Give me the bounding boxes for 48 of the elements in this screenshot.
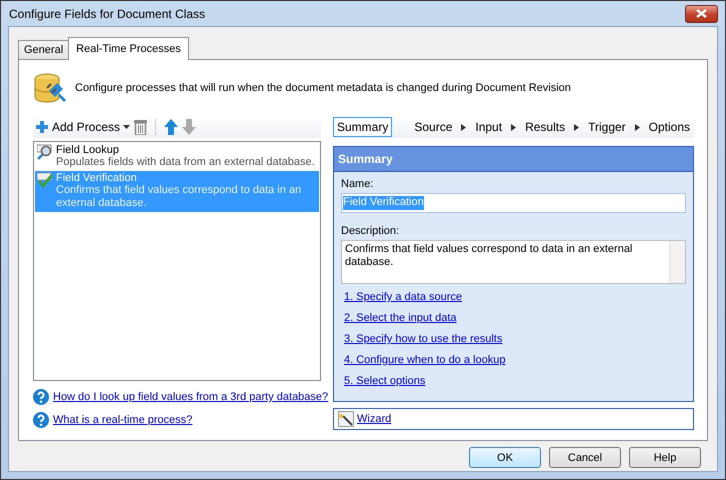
process-title: Field Verification	[56, 172, 138, 184]
caret-icon	[123, 125, 130, 129]
plus-icon	[35, 120, 49, 134]
arrow-icon	[461, 124, 466, 130]
tab[interactable]: Real-Time Processes	[68, 37, 189, 60]
delete-button[interactable]	[134, 119, 148, 135]
close-button[interactable]	[685, 4, 718, 22]
help-icon	[33, 389, 49, 405]
step-tab[interactable]: Options	[644, 117, 694, 137]
scrollbar[interactable]	[669, 241, 685, 283]
tab[interactable]: General	[18, 40, 70, 59]
arrow-icon	[574, 124, 580, 130]
step-link[interactable]: 1. Specify a data source	[344, 291, 686, 303]
window-title: Configure Fields for Document Class	[8, 6, 206, 20]
checkmark-icon	[37, 172, 53, 188]
magnifier-icon	[37, 144, 53, 160]
arrow-icon	[511, 124, 516, 130]
add-process-button[interactable]: Add Process	[35, 120, 130, 134]
step-link[interactable]: 2. Select the input data	[344, 312, 686, 324]
step-tab[interactable]: Trigger	[584, 117, 630, 137]
dialog-button[interactable]: Cancel	[549, 447, 621, 468]
step-tab[interactable]: Summary	[333, 117, 392, 137]
step-tab[interactable]: Source	[410, 117, 456, 137]
process-title: Field Lookup	[56, 144, 120, 156]
summary-title: Summary	[334, 147, 693, 172]
process-description: Populates fields with data from an external database.	[56, 156, 315, 169]
description-field[interactable]: Confirms that field values correspond to data in an external database.	[341, 240, 686, 284]
help-link[interactable]: What is a real-time process?	[53, 414, 192, 426]
dialog-button[interactable]: OK	[469, 447, 541, 468]
header-text: Configure processes that will run when the document metadata is changed during Document Revision	[75, 82, 571, 94]
move-up-button[interactable]	[164, 119, 178, 135]
dialog-button[interactable]: Help	[629, 447, 701, 468]
arrow-icon	[634, 124, 640, 130]
magic-wand-icon	[338, 411, 354, 427]
name-label: Name:	[341, 178, 374, 190]
help-icon	[33, 412, 49, 428]
process-description: Confirms that field values correspond to data in an external database.	[56, 184, 302, 210]
process-item[interactable]: Field Lookup Populates fields with data from an external database.	[35, 143, 319, 171]
step-link[interactable]: 5. Select options	[344, 375, 686, 387]
help-link[interactable]: How do I look up field values from a 3rd party database?	[53, 391, 328, 403]
step-link[interactable]: 4. Configure when to do a lookup	[344, 354, 686, 366]
step-link[interactable]: 3. Specify how to use the results	[344, 333, 686, 345]
step-tab[interactable]: Results	[521, 117, 570, 137]
wizard-link[interactable]: Wizard	[357, 413, 392, 425]
description-label: Description:	[341, 225, 400, 237]
step-tab[interactable]: Input	[471, 117, 506, 137]
close-icon	[696, 9, 707, 18]
database-plug-icon	[33, 71, 67, 105]
